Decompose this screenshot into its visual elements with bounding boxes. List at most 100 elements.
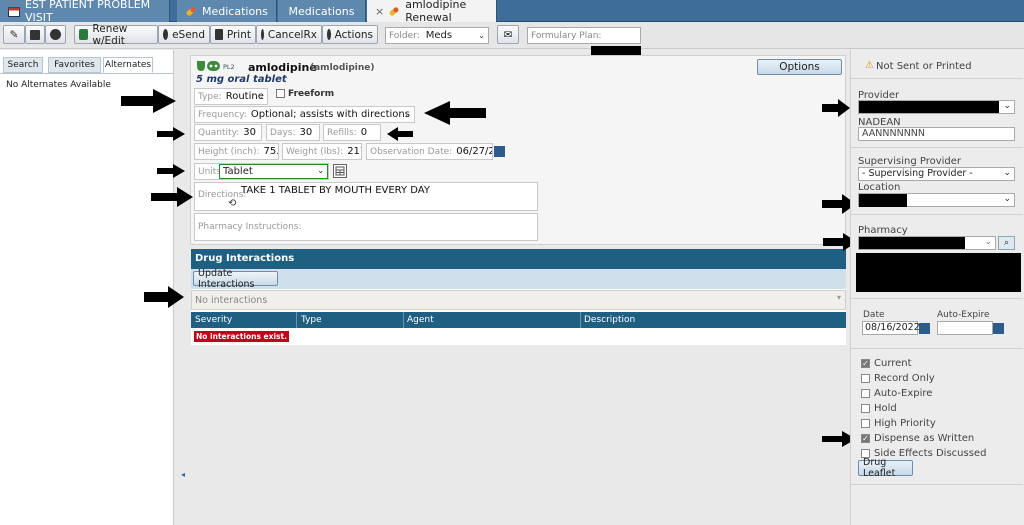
checkbox-current[interactable]: ✓ Current: [861, 358, 912, 369]
freeform-checkbox[interactable]: [276, 89, 285, 98]
supervising-provider-select[interactable]: - Supervising Provider - ⌄: [858, 167, 1015, 181]
chevron-down-icon: ⌄: [257, 92, 264, 101]
calculator-icon[interactable]: [333, 164, 347, 178]
col-divider: [296, 312, 297, 328]
col-divider: [403, 312, 404, 328]
options-button[interactable]: Options: [757, 59, 842, 75]
col-description: Description: [584, 315, 636, 325]
nadean-value: AANNNNNNN: [862, 128, 926, 139]
calendar-icon[interactable]: [993, 323, 1004, 334]
tab-amlodipine-renewal[interactable]: × amlodipine Renewal: [367, 0, 497, 24]
refills-label: Refills:: [327, 127, 357, 138]
actions-button[interactable]: Actions: [322, 25, 378, 44]
divider: [851, 147, 1023, 148]
status-text: Not Sent or Printed: [876, 61, 972, 72]
annotation-arrow: [151, 187, 193, 207]
esend-label: eSend: [172, 28, 205, 41]
type-select[interactable]: Type: Routine ⌄: [194, 88, 268, 105]
pharmacy-instructions-label: Pharmacy Instructions:: [198, 222, 302, 232]
app-window: EST PATIENT PROBLEM VISIT Medications Me…: [0, 0, 1024, 525]
pharmacy-label: Pharmacy: [858, 225, 908, 236]
days-field[interactable]: Days: 30: [266, 124, 320, 141]
print-button[interactable]: Print: [210, 25, 256, 44]
supervising-provider-label: Supervising Provider: [858, 156, 962, 167]
generic-name: (amlodipine): [310, 63, 375, 73]
quantity-field[interactable]: Quantity: 30: [194, 124, 262, 141]
interactions-dropdown[interactable]: No interactions ▾: [191, 290, 846, 310]
redacted-pharmacy: [859, 237, 965, 249]
folder-value: Meds: [425, 30, 453, 41]
checkbox-auto-expire[interactable]: Auto-Expire: [861, 388, 932, 399]
annotation-arrow: [424, 101, 486, 125]
renew-button[interactable]: Renew w/Edit: [74, 23, 158, 47]
renew-icon: [79, 29, 89, 40]
formulary-plan-field[interactable]: Formulary Plan:: [527, 27, 641, 44]
checkbox-high-priority[interactable]: High Priority: [861, 418, 936, 429]
drug-name: amlodipine: [248, 61, 317, 74]
cancelrx-button[interactable]: CancelRx: [256, 25, 322, 44]
interactions-table-header: [191, 312, 846, 328]
checkbox-box: ✓: [861, 359, 870, 368]
save-button[interactable]: [25, 25, 45, 44]
collapse-left-icon[interactable]: ◂: [181, 470, 185, 479]
freeform-label: Freeform: [288, 89, 335, 99]
checkbox-box: [861, 374, 870, 383]
sign-button[interactable]: ✎: [3, 25, 25, 44]
chevron-down-icon: ⌄: [1003, 101, 1011, 111]
tab-alternates[interactable]: Alternates: [103, 57, 153, 73]
nadean-field[interactable]: AANNNNNNN: [858, 127, 1015, 141]
esend-icon: [163, 29, 169, 40]
drug-leaflet-button[interactable]: Drug Leaflet: [858, 457, 913, 479]
date-value: 08/16/2022: [865, 322, 920, 333]
height-field[interactable]: Height (inch): 75.00: [194, 143, 279, 160]
checkbox-label: High Priority: [874, 418, 936, 429]
date-field[interactable]: 08/16/2022: [862, 321, 920, 335]
checkbox-box: [861, 419, 870, 428]
checkbox-box: [861, 389, 870, 398]
close-icon[interactable]: ×: [375, 5, 384, 18]
calendar-icon[interactable]: [919, 323, 930, 334]
options-label: Options: [779, 61, 820, 73]
refresh-icon[interactable]: ⟲: [228, 198, 236, 209]
calendar-icon[interactable]: [494, 146, 505, 157]
weight-field[interactable]: Weight (lbs): 217.0(: [282, 143, 362, 160]
search-icon[interactable]: ⌕: [998, 236, 1015, 250]
chevron-down-icon: ⌄: [317, 166, 324, 175]
divider: [851, 298, 1023, 299]
checkbox-label: Dispense as Written: [874, 433, 975, 444]
no-alternates-text: No Alternates Available: [6, 80, 111, 90]
esend-button[interactable]: eSend: [158, 25, 210, 44]
tab-search[interactable]: Search: [3, 57, 43, 73]
message-button[interactable]: ✉: [497, 25, 519, 44]
drug-interactions-toolbar: [191, 269, 846, 289]
frequency-select[interactable]: Frequency: Optional; assists with direct…: [194, 106, 415, 123]
tab-medications-1[interactable]: Medications: [177, 0, 277, 22]
drug-leaflet-label: Drug Leaflet: [863, 457, 896, 479]
checkbox-record-only[interactable]: Record Only: [861, 373, 935, 384]
chevron-down-icon: ⌄: [478, 31, 485, 40]
cancel-button[interactable]: [45, 25, 66, 44]
folder-select[interactable]: Folder: Meds ⌄: [385, 27, 489, 44]
location-label: Location: [858, 182, 901, 193]
redacted-provider: [859, 101, 999, 113]
tab-medications-2[interactable]: Medications: [278, 0, 366, 22]
refills-field[interactable]: Refills: 0: [323, 124, 381, 141]
col-severity: Severity: [195, 315, 233, 325]
tab-favorites[interactable]: Favorites: [48, 57, 101, 73]
observation-date-field[interactable]: Observation Date: 06/27/2022: [366, 143, 493, 160]
auto-expire-field[interactable]: [937, 321, 993, 335]
pharmacy-instructions-field[interactable]: Pharmacy Instructions:: [194, 213, 538, 241]
update-interactions-button[interactable]: Update Interactions: [193, 268, 278, 290]
checkbox-box: [861, 404, 870, 413]
units-value-box[interactable]: Tablet ⌄: [219, 164, 328, 179]
checkbox-label: Current: [874, 358, 912, 369]
pill-icon: [185, 6, 197, 17]
checkbox-dispense-as-written[interactable]: ✓ Dispense as Written: [861, 433, 974, 444]
tab-est-patient-visit[interactable]: EST PATIENT PROBLEM VISIT: [0, 0, 170, 24]
quantity-label: Quantity:: [198, 127, 240, 138]
tab-divider: [0, 73, 173, 74]
calendar-icon: [8, 6, 20, 17]
directions-label: Directions:: [198, 190, 247, 200]
checkbox-hold[interactable]: Hold: [861, 403, 897, 414]
folder-label: Folder:: [389, 30, 420, 41]
